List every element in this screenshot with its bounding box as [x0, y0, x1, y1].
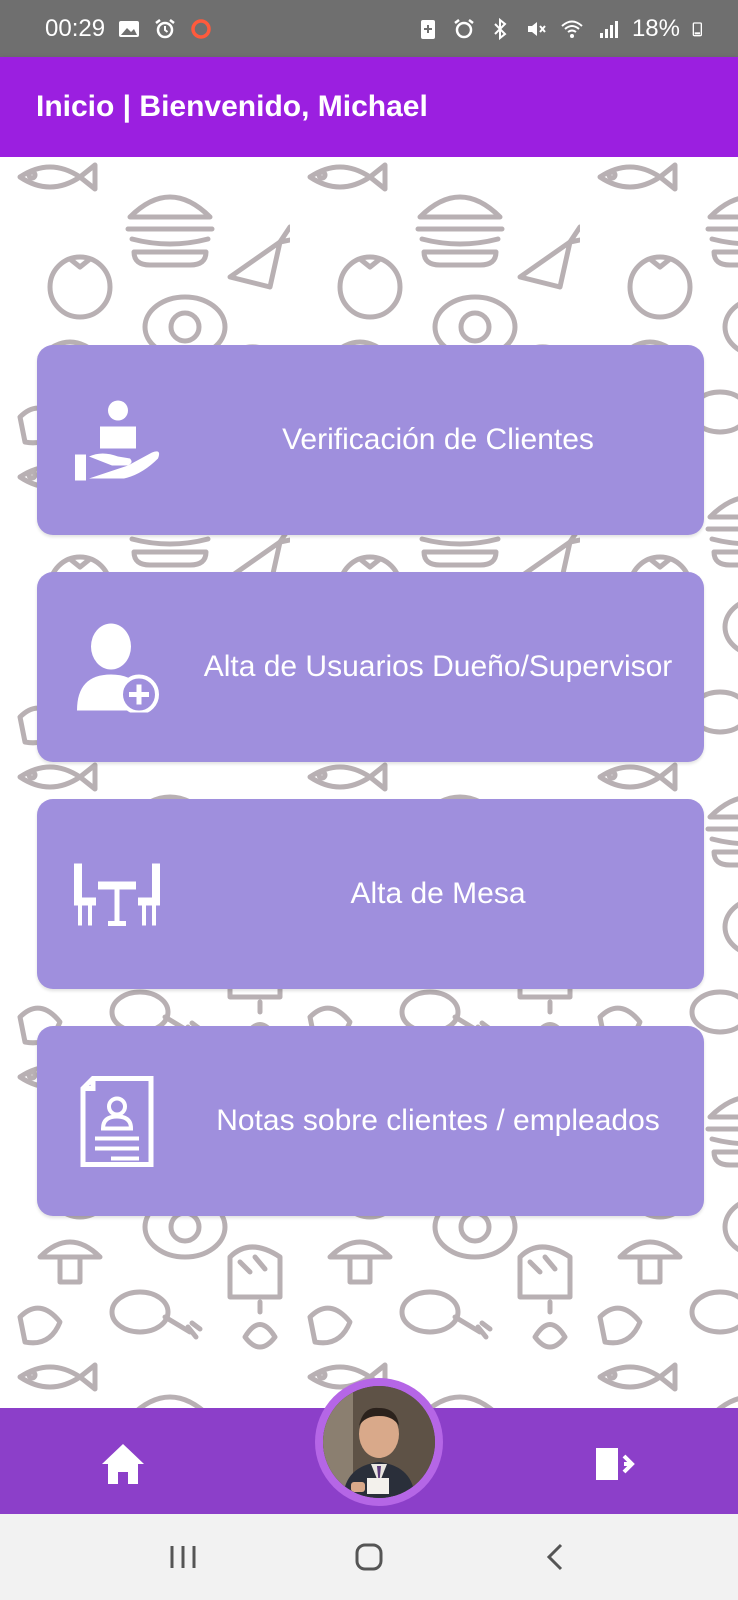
system-nav-bar — [0, 1514, 738, 1600]
recents-icon[interactable] — [153, 1532, 213, 1582]
menu-card-label: Verificación de Clientes — [282, 423, 594, 456]
status-right: 18% — [416, 15, 708, 43]
alarm-icon — [454, 18, 474, 38]
back-icon[interactable] — [525, 1532, 585, 1582]
status-left: 00:29 — [45, 15, 213, 43]
menu-card-alta-mesa[interactable]: Alta de Mesa — [37, 799, 704, 989]
main-content: Verificación de Clientes Alta de Usuario… — [0, 157, 738, 1408]
status-time: 00:29 — [45, 14, 106, 42]
app-bar: Inicio | Bienvenido, Michael — [0, 57, 738, 157]
bluetooth-icon — [494, 17, 507, 40]
ring-icon — [191, 18, 211, 39]
signal-icon — [599, 20, 618, 38]
menu-card-label: Alta de Mesa — [350, 877, 526, 910]
menu-card-verificacion-clientes[interactable]: Verificación de Clientes — [37, 345, 704, 535]
hand-person-icon — [69, 393, 164, 488]
status-bar: 00:29 18% — [0, 0, 738, 57]
menu-card-label: Notas sobre clientes / empleados — [216, 1104, 660, 1137]
battery-percent: 18% — [631, 14, 680, 42]
profile-avatar[interactable] — [315, 1378, 443, 1506]
table-chairs-icon — [69, 847, 164, 942]
logout-icon[interactable] — [594, 1444, 638, 1484]
image-icon — [119, 20, 140, 37]
page-title: Inicio | Bienvenido, Michael — [36, 90, 428, 123]
alarm-icon — [155, 18, 175, 38]
wifi-icon — [561, 20, 583, 38]
battery-icon — [692, 21, 702, 36]
mute-icon — [527, 21, 546, 36]
document-profile-icon — [69, 1074, 164, 1169]
battery-saver-icon — [420, 19, 435, 39]
circle-home-icon[interactable] — [339, 1532, 399, 1582]
menu-card-notas[interactable]: Notas sobre clientes / empleados — [37, 1026, 704, 1216]
menu-card-alta-usuarios[interactable]: Alta de Usuarios Dueño/Supervisor — [37, 572, 704, 762]
avatar-photo — [323, 1386, 435, 1498]
home-icon[interactable] — [100, 1442, 146, 1486]
user-add-icon — [69, 620, 164, 715]
menu-card-label: Alta de Usuarios Dueño/Supervisor — [203, 650, 673, 683]
